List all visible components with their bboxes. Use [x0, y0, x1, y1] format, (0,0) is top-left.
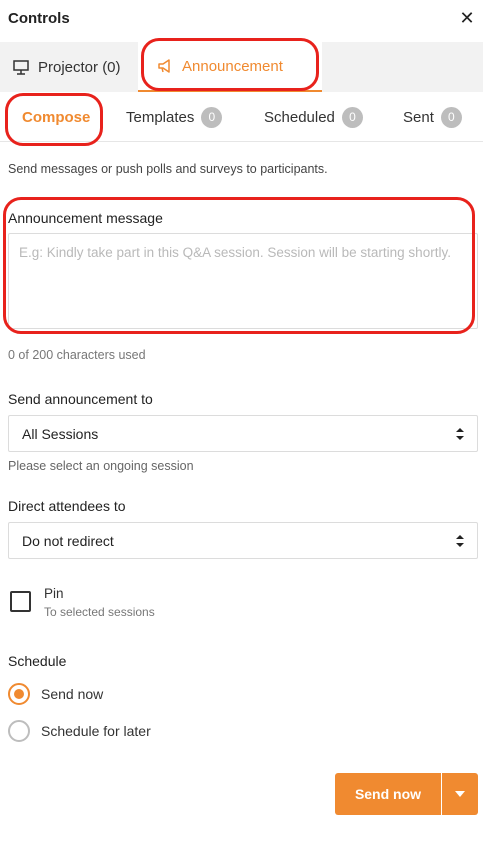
tab-projector[interactable]: Projector (0) — [12, 42, 121, 92]
pin-label: Pin — [44, 586, 64, 601]
select-arrows-icon — [456, 535, 464, 547]
tab-projector-label: Projector (0) — [38, 58, 121, 76]
direct-attendees-select[interactable]: Do not redirect — [8, 522, 478, 559]
send-to-label: Send announcement to — [8, 391, 153, 407]
tab-scheduled[interactable]: Scheduled 0 — [264, 92, 363, 142]
megaphone-icon — [158, 59, 170, 73]
tab-announcement-label: Announcement — [182, 57, 283, 75]
compose-description: Send messages or push polls and surveys … — [8, 162, 328, 176]
tab-sent[interactable]: Sent 0 — [403, 92, 462, 142]
tab-sent-label: Sent — [403, 108, 434, 126]
tab-templates-label: Templates — [126, 108, 195, 126]
projector-icon — [13, 60, 29, 75]
sub-tab-bar: Compose Templates 0 Scheduled 0 Sent 0 — [0, 92, 483, 142]
sent-count-badge: 0 — [440, 106, 462, 128]
pin-sublabel: To selected sessions — [44, 605, 155, 619]
announcement-message-input[interactable] — [8, 233, 478, 329]
schedule-later-label[interactable]: Schedule for later — [41, 723, 151, 739]
templates-count-badge: 0 — [201, 106, 223, 128]
send-now-label[interactable]: Send now — [41, 686, 103, 702]
panel-title: Controls — [8, 10, 70, 27]
send-now-button[interactable]: Send now — [335, 773, 441, 815]
caret-down-icon — [455, 791, 465, 797]
send-to-hint: Please select an ongoing session — [8, 459, 194, 473]
tab-templates[interactable]: Templates 0 — [126, 92, 223, 142]
pin-checkbox[interactable] — [10, 591, 31, 612]
send-now-radio[interactable] — [8, 683, 30, 705]
schedule-later-radio[interactable] — [8, 720, 30, 742]
send-to-value: All Sessions — [22, 425, 99, 442]
select-arrows-icon — [456, 428, 464, 440]
top-tab-bar: Projector (0) Announcement — [0, 42, 483, 92]
tab-scheduled-label: Scheduled — [264, 108, 335, 126]
close-icon[interactable]: ✕ — [459, 9, 475, 27]
scheduled-count-badge: 0 — [341, 106, 363, 128]
tab-compose-label: Compose — [22, 108, 91, 126]
send-options-dropdown[interactable] — [442, 773, 478, 815]
panel-header: Controls ✕ — [0, 0, 483, 42]
character-counter: 0 of 200 characters used — [8, 348, 146, 362]
direct-label: Direct attendees to — [8, 498, 126, 514]
schedule-label: Schedule — [8, 653, 67, 669]
message-label: Announcement message — [8, 210, 163, 226]
tab-announcement[interactable]: Announcement — [138, 42, 322, 92]
direct-attendees-value: Do not redirect — [22, 532, 114, 549]
tab-compose[interactable]: Compose — [22, 92, 90, 142]
send-to-select[interactable]: All Sessions — [8, 415, 478, 452]
